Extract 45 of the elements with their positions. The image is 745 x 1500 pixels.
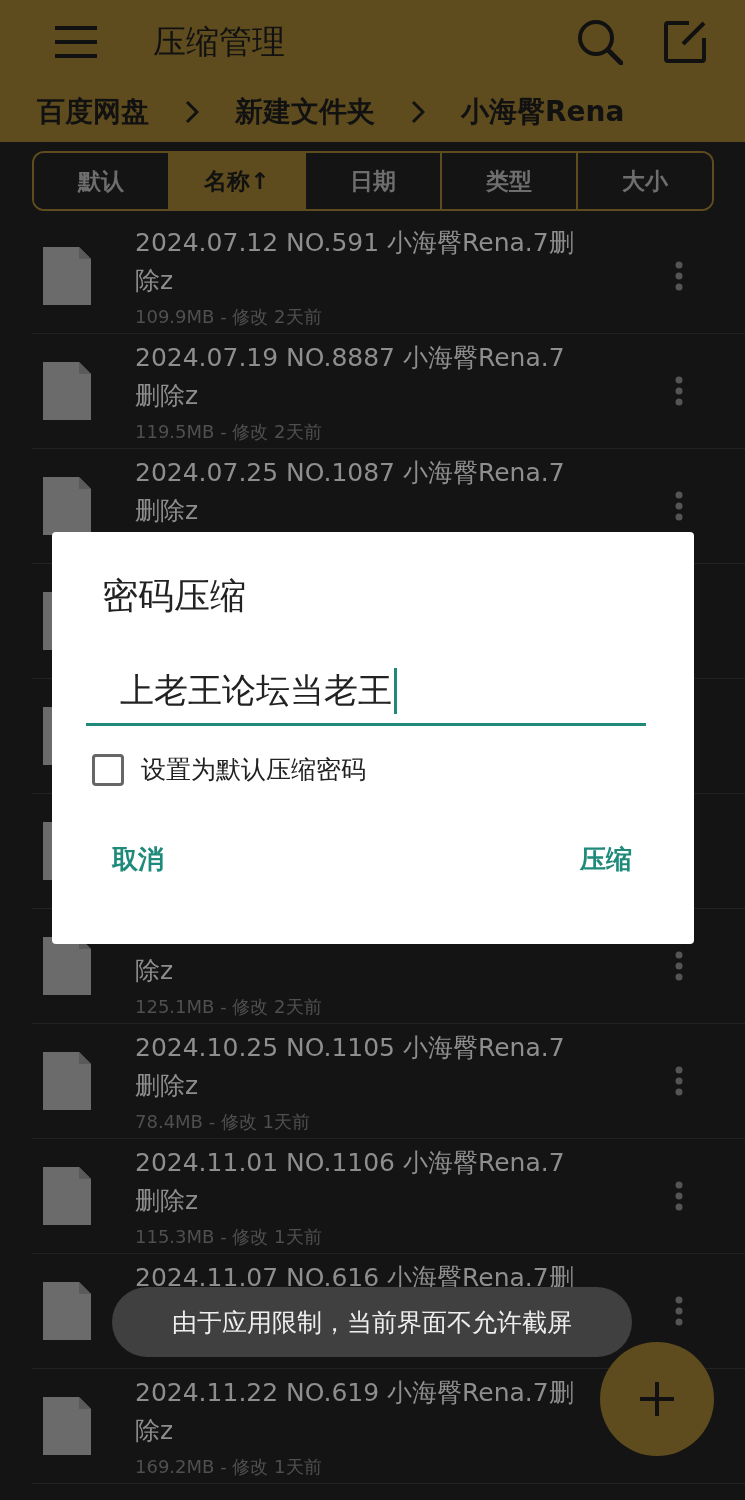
edit-icon[interactable]: [663, 20, 707, 64]
file-meta: 119.5MB - 修改 2天前: [135, 421, 322, 442]
file-name: 删除z: [135, 1186, 199, 1215]
more-icon[interactable]: [673, 374, 685, 408]
dialog-button[interactable]: 压缩: [580, 838, 632, 881]
file-name: 删除z: [135, 496, 199, 525]
file-meta: 115.3MB - 修改 1天前: [135, 1226, 322, 1247]
chevron-right-icon: [411, 100, 425, 124]
sort-tab[interactable]: 名称↑: [168, 153, 304, 209]
file-name: 2024.11.22 NO.619 小海臀Rena.7删: [135, 1378, 574, 1407]
checkbox-label: 设置为默认压缩密码: [141, 754, 366, 786]
file-name: 删除z: [135, 1071, 199, 1100]
breadcrumb[interactable]: 新建文件夹: [235, 93, 375, 131]
more-icon[interactable]: [673, 489, 685, 523]
breadcrumb[interactable]: 小海臀Rena: [461, 93, 625, 131]
dialog-title: 密码压缩: [102, 574, 247, 618]
more-icon[interactable]: [673, 259, 685, 293]
file-name: 2024.10.25 NO.1105 小海臀Rena.7: [135, 1033, 565, 1062]
more-icon[interactable]: [673, 949, 685, 983]
file-name: 2024.07.25 NO.1087 小海臀Rena.7: [135, 458, 565, 487]
file-name: 删除z: [135, 381, 199, 410]
plus-icon: [640, 1382, 674, 1416]
file-name: 2024.11.01 NO.1106 小海臀Rena.7: [135, 1148, 565, 1177]
file-name: 2024.07.19 NO.8887 小海臀Rena.7: [135, 343, 565, 372]
file-meta: 109.9MB - 修改 2天前: [135, 306, 322, 327]
toast-message: 由于应用限制，当前界面不允许截屏: [112, 1287, 632, 1357]
more-icon[interactable]: [673, 1179, 685, 1213]
file-name: 除z: [135, 956, 174, 985]
file-name: 2024.07.12 NO.591 小海臀Rena.7删: [135, 228, 574, 257]
sort-tab[interactable]: 大小: [576, 153, 712, 209]
password-field[interactable]: 上老王论坛当老王: [86, 659, 646, 726]
more-icon[interactable]: [673, 1064, 685, 1098]
chevron-right-icon: [185, 100, 199, 124]
file-name: 除z: [135, 1416, 174, 1445]
file-meta: 169.2MB - 修改 1天前: [135, 1456, 322, 1477]
more-icon[interactable]: [673, 1294, 685, 1328]
file-meta: 78.4MB - 修改 1天前: [135, 1111, 311, 1132]
breadcrumb[interactable]: 百度网盘: [37, 93, 149, 131]
search-icon[interactable]: [577, 19, 623, 65]
checkbox[interactable]: [92, 753, 124, 786]
app-title: 压缩管理: [153, 20, 286, 63]
dialog-button[interactable]: 取消: [112, 838, 164, 881]
file-meta: 125.1MB - 修改 2天前: [135, 996, 322, 1017]
file-name: 除z: [135, 266, 174, 295]
menu-icon[interactable]: [55, 26, 97, 58]
